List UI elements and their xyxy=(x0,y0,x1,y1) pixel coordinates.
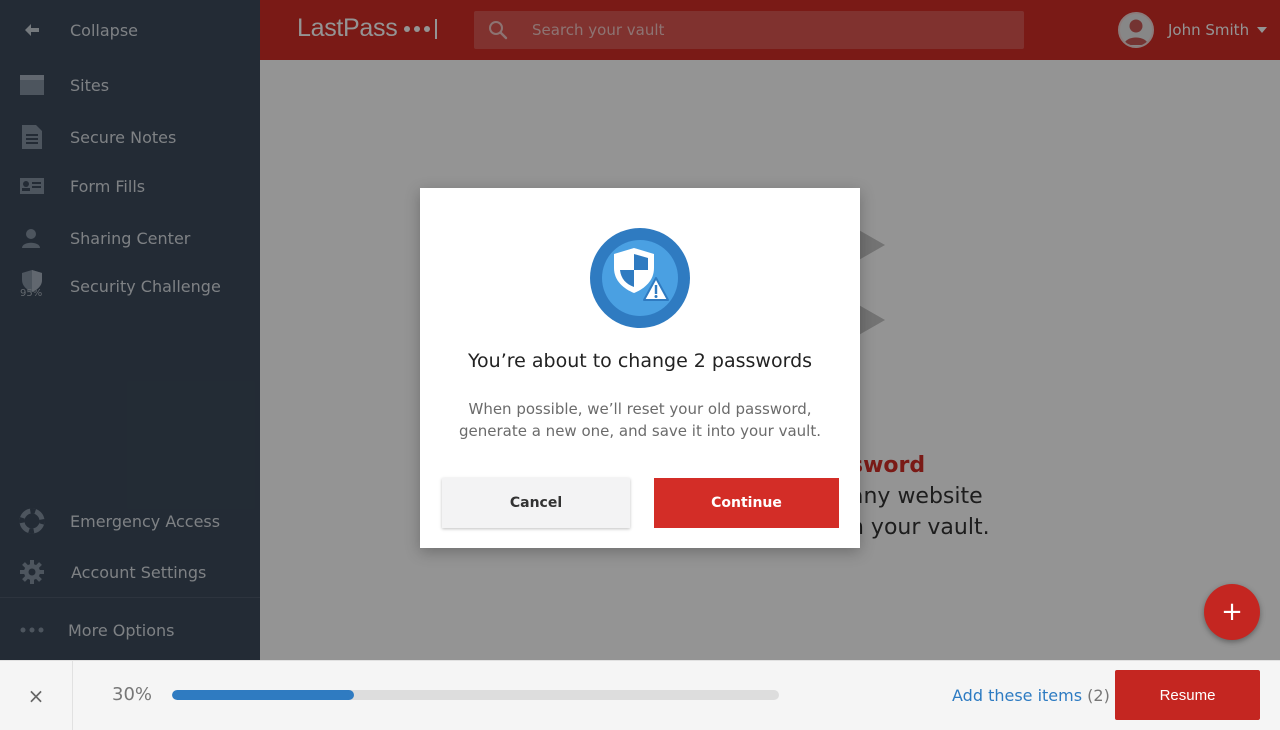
progress-fill xyxy=(172,690,355,700)
progress-percent: 30% xyxy=(112,684,153,705)
change-passwords-dialog: You’re about to change 2 passwords When … xyxy=(420,188,860,548)
resume-button[interactable]: Resume xyxy=(1115,670,1260,720)
add-items-label: Add these items xyxy=(952,686,1083,705)
continue-button[interactable]: Continue xyxy=(654,478,839,528)
import-progress-bar: × 30% Add these items (2) Resume xyxy=(0,660,1280,730)
shield-warning-icon xyxy=(590,228,690,328)
progress-track xyxy=(172,690,779,700)
add-these-items-link[interactable]: Add these items (2) xyxy=(952,686,1110,705)
add-items-count: (2) xyxy=(1087,686,1110,705)
dialog-body: When possible, we’ll reset your old pass… xyxy=(459,400,821,440)
add-item-button[interactable]: + xyxy=(1204,584,1260,640)
cancel-button[interactable]: Cancel xyxy=(442,478,630,528)
close-button[interactable]: × xyxy=(0,661,73,730)
dialog-title: You’re about to change 2 passwords xyxy=(467,350,813,372)
